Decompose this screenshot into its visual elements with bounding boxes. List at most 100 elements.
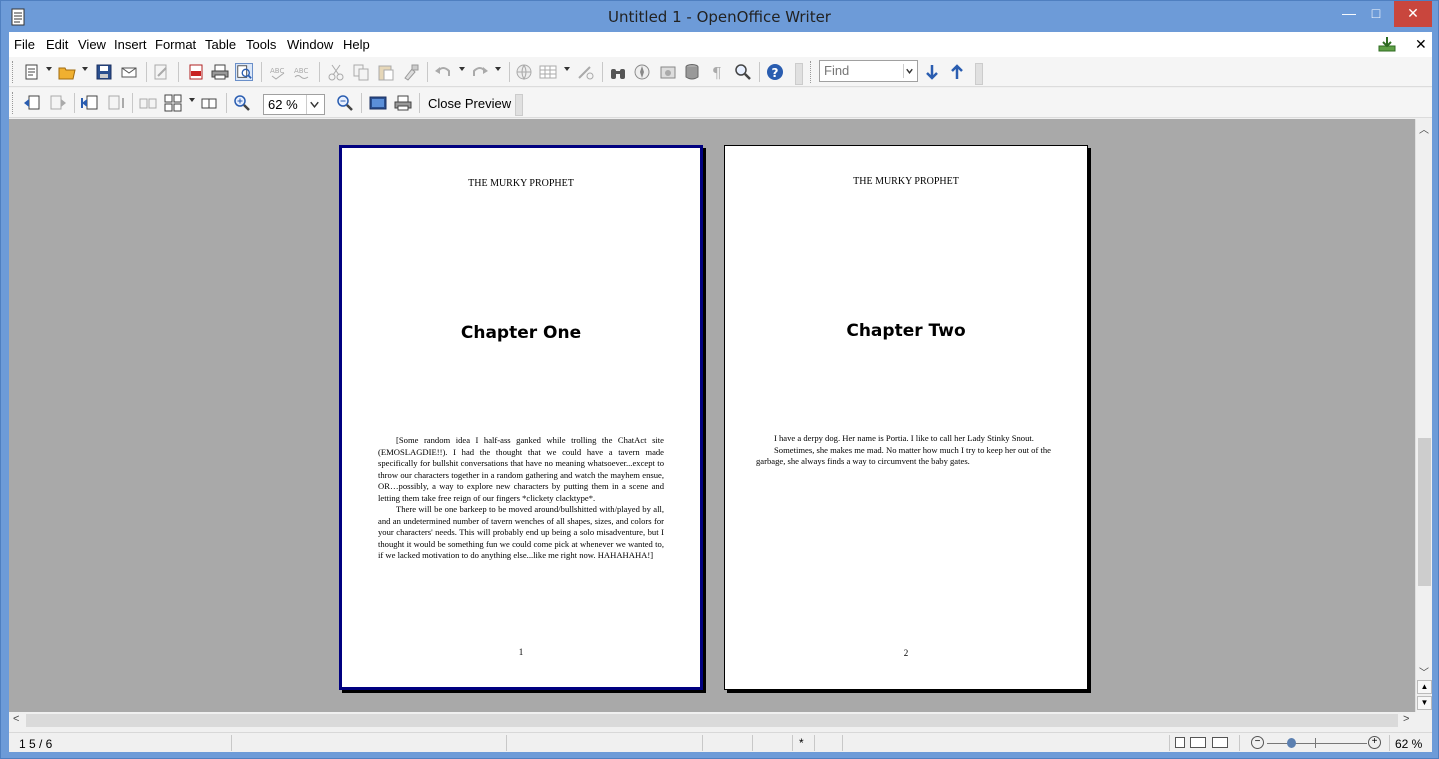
status-separator <box>792 735 793 751</box>
maximize-button[interactable]: □ <box>1361 1 1391 27</box>
close-button[interactable]: ✕ <box>1394 1 1432 27</box>
table-icon[interactable] <box>539 63 557 81</box>
zoom-out-icon[interactable] <box>336 94 354 112</box>
find-history-dropdown[interactable] <box>903 64 915 78</box>
cut-icon[interactable] <box>327 63 345 81</box>
spellcheck-icon[interactable]: ABC <box>269 63 287 81</box>
print-preview-icon[interactable] <box>394 94 412 112</box>
auto-spellcheck-icon[interactable]: ABC <box>293 63 311 81</box>
menu-file[interactable]: File <box>14 37 35 52</box>
book-preview-icon[interactable] <box>200 94 218 112</box>
zoom-slider-center-mark <box>1315 738 1316 748</box>
menu-tools[interactable]: Tools <box>246 37 276 52</box>
table-dropdown-arrow[interactable] <box>564 67 570 71</box>
previous-page-scroll-button[interactable]: ▲ <box>1417 680 1432 694</box>
menu-help[interactable]: Help <box>343 37 370 52</box>
multiple-pages-dropdown-arrow[interactable] <box>189 98 195 102</box>
page-preview-area: THE MURKY PROPHET Chapter One [Some rand… <box>9 119 1415 712</box>
close-preview-button[interactable]: Close Preview <box>428 96 511 111</box>
vertical-scroll-thumb[interactable] <box>1418 438 1431 586</box>
zoom-dropdown-arrow[interactable] <box>306 95 322 114</box>
menu-insert[interactable]: Insert <box>114 37 147 52</box>
open-folder-icon[interactable] <box>58 63 76 81</box>
menu-table[interactable]: Table <box>205 37 236 52</box>
two-pages-icon[interactable] <box>139 94 157 112</box>
print-icon[interactable] <box>211 63 229 81</box>
find-previous-icon[interactable] <box>948 63 966 81</box>
zoom-icon[interactable] <box>734 63 752 81</box>
toolbar-grip[interactable] <box>12 92 15 114</box>
chapter-title: Chapter Two <box>846 321 966 341</box>
zoom-in-icon[interactable] <box>233 94 251 112</box>
find-next-icon[interactable] <box>923 63 941 81</box>
document-modified-indicator[interactable]: * <box>799 736 804 750</box>
new-document-icon[interactable] <box>23 63 41 81</box>
scroll-down-arrow[interactable]: ﹀ <box>1419 664 1429 679</box>
page-count-status[interactable]: 1 5 / 6 <box>19 737 52 751</box>
new-dropdown-arrow[interactable] <box>46 67 52 71</box>
page-1[interactable]: THE MURKY PROPHET Chapter One [Some rand… <box>339 145 703 690</box>
data-sources-icon[interactable] <box>683 63 701 81</box>
toolbar-options-button[interactable] <box>795 63 803 85</box>
email-document-icon[interactable] <box>120 63 138 81</box>
paste-icon[interactable] <box>377 63 395 81</box>
paragraph: [Some random idea I half-ass ganked whil… <box>378 435 664 503</box>
status-separator <box>752 735 753 751</box>
toolbar-separator <box>261 62 262 82</box>
vertical-scrollbar[interactable]: ︿ ﹀ ▲ ▼ <box>1415 119 1432 712</box>
find-toolbar-options-button[interactable] <box>975 63 983 85</box>
zoom-out-slider-icon[interactable]: − <box>1251 736 1264 749</box>
document-beginning-icon[interactable] <box>81 94 99 112</box>
preview-toolbar-options-button[interactable] <box>515 94 523 116</box>
toolbar-grip[interactable] <box>12 61 15 83</box>
scroll-left-arrow[interactable]: < <box>13 713 19 725</box>
redo-dropdown-arrow[interactable] <box>495 67 501 71</box>
previous-page-icon[interactable] <box>23 94 41 112</box>
status-bar: 1 5 / 6 * − + 62 % <box>9 732 1432 752</box>
find-replace-icon[interactable] <box>609 63 627 81</box>
close-document-button[interactable]: ✕ <box>1415 36 1427 53</box>
status-separator <box>231 735 232 751</box>
formatting-marks-icon[interactable]: ¶ <box>709 63 727 81</box>
document-end-icon[interactable] <box>107 94 125 112</box>
next-page-icon[interactable] <box>49 94 67 112</box>
horizontal-scrollbar[interactable]: < > <box>9 712 1415 729</box>
scroll-up-arrow[interactable]: ︿ <box>1419 121 1429 136</box>
minimize-button[interactable]: — <box>1334 1 1364 27</box>
help-icon[interactable]: ? <box>766 63 784 81</box>
edit-file-icon[interactable] <box>152 63 170 81</box>
download-update-icon[interactable] <box>1378 36 1396 52</box>
page-preview-icon[interactable] <box>235 63 253 81</box>
multiple-pages-icon[interactable] <box>164 94 182 112</box>
save-icon[interactable] <box>95 63 113 81</box>
copy-icon[interactable] <box>352 63 370 81</box>
export-pdf-icon[interactable] <box>187 63 205 81</box>
single-page-view-icon[interactable] <box>1175 737 1185 748</box>
menu-view[interactable]: View <box>78 37 106 52</box>
undo-dropdown-arrow[interactable] <box>459 67 465 71</box>
redo-icon[interactable] <box>471 63 489 81</box>
toolbar-separator <box>361 93 362 113</box>
hyperlink-icon[interactable] <box>515 63 533 81</box>
next-page-scroll-button[interactable]: ▼ <box>1417 696 1432 710</box>
zoom-in-slider-icon[interactable]: + <box>1368 736 1381 749</box>
toolbar-grip[interactable] <box>810 61 813 83</box>
zoom-slider-track[interactable] <box>1267 743 1367 744</box>
menu-edit[interactable]: Edit <box>46 37 68 52</box>
multi-page-view-icon[interactable] <box>1190 737 1206 748</box>
zoom-percentage[interactable]: 62 % <box>1395 737 1422 751</box>
horizontal-scroll-thumb[interactable] <box>26 714 1398 727</box>
clone-formatting-icon[interactable] <box>402 63 420 81</box>
book-view-icon[interactable] <box>1212 737 1228 748</box>
show-draw-functions-icon[interactable] <box>576 63 594 81</box>
menu-format[interactable]: Format <box>155 37 196 52</box>
open-dropdown-arrow[interactable] <box>82 67 88 71</box>
menu-window[interactable]: Window <box>287 37 333 52</box>
scroll-right-arrow[interactable]: > <box>1403 713 1409 725</box>
navigator-icon[interactable] <box>633 63 651 81</box>
full-screen-icon[interactable] <box>369 94 387 112</box>
page-2[interactable]: THE MURKY PROPHET Chapter Two I have a d… <box>724 145 1088 690</box>
gallery-icon[interactable] <box>659 63 677 81</box>
zoom-slider-knob[interactable] <box>1287 738 1296 748</box>
undo-icon[interactable] <box>434 63 452 81</box>
